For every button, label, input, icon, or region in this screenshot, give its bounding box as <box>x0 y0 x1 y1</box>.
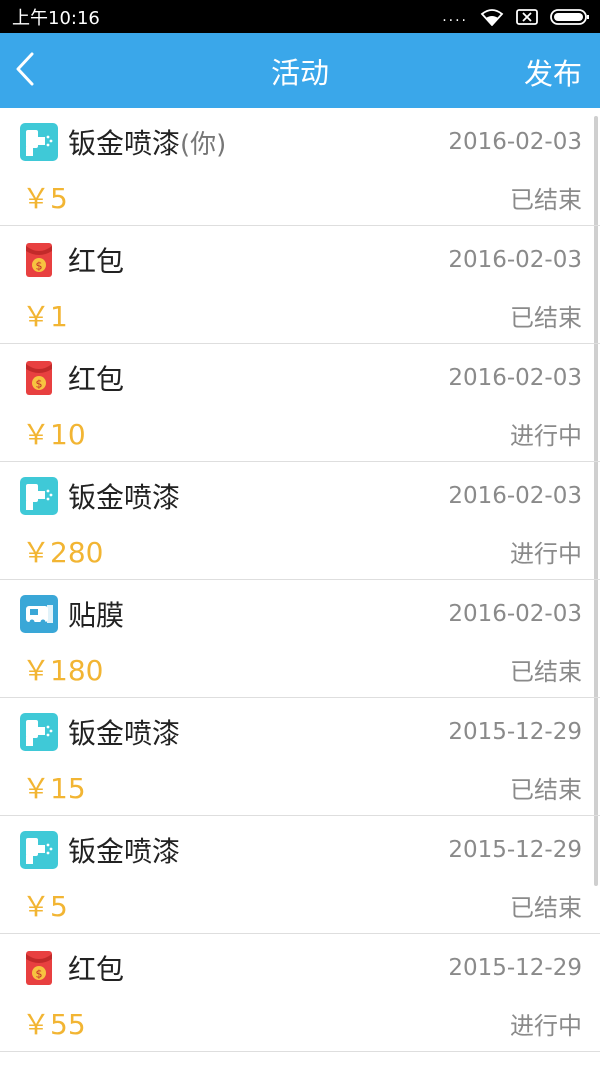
activity-title: 红包 <box>68 953 125 986</box>
activity-row[interactable]: 钣金喷漆 (你) 2016-02-03 ￥5 已结束 <box>0 108 600 226</box>
activity-footer: ￥55 进行中 <box>22 1004 582 1042</box>
activity-date: 2016-02-03 <box>448 247 582 273</box>
activity-title: 贴膜 <box>68 599 125 632</box>
red-packet-icon: $ <box>20 241 58 279</box>
activity-price: ￥15 <box>22 772 86 805</box>
spray-paint-icon <box>20 123 58 161</box>
svg-text:$: $ <box>36 378 43 391</box>
spray-paint-icon <box>20 713 58 751</box>
activity-row[interactable]: $ 红包 2016-02-03 ￥10 进行中 <box>0 344 600 462</box>
svg-text:$: $ <box>36 260 43 273</box>
activity-row[interactable]: $ 红包 2015-12-29 ￥55 进行中 <box>0 934 600 1052</box>
activity-price: ￥10 <box>22 418 86 451</box>
activity-header: 钣金喷漆 (你) 2016-02-03 <box>20 122 582 162</box>
activity-date: 2015-12-29 <box>448 955 582 981</box>
activity-date: 2016-02-03 <box>448 365 582 391</box>
sim-none-icon <box>516 8 538 26</box>
red-packet-icon: $ <box>20 359 58 397</box>
activity-row[interactable]: 钣金喷漆 2015-12-29 ￥5 已结束 <box>0 816 600 934</box>
activity-footer: ￥5 已结束 <box>22 178 582 216</box>
spray-paint-icon <box>20 477 58 515</box>
activity-status: 已结束 <box>510 185 582 214</box>
activity-header: $ 红包 2016-02-03 <box>20 358 582 398</box>
activity-date: 2015-12-29 <box>448 837 582 863</box>
activity-header: 钣金喷漆 2015-12-29 <box>20 712 582 752</box>
status-time: 上午10:16 <box>12 7 100 29</box>
activity-price: ￥5 <box>22 890 68 923</box>
svg-text:$: $ <box>36 968 43 981</box>
activity-row[interactable]: 贴膜 2016-02-03 ￥180 已结束 <box>0 580 600 698</box>
activity-price: ￥180 <box>22 654 104 687</box>
status-bar: 上午10:16 .... <box>0 0 600 33</box>
activity-title: 红包 <box>68 363 125 396</box>
activity-date: 2015-12-29 <box>448 719 582 745</box>
activity-status: 进行中 <box>510 421 582 450</box>
activity-footer: ￥10 进行中 <box>22 414 582 452</box>
activity-row[interactable]: 钣金喷漆 2015-12-29 ￥15 已结束 <box>0 698 600 816</box>
wifi-icon <box>480 8 504 26</box>
red-packet-icon: $ <box>20 949 58 987</box>
activity-price: ￥280 <box>22 536 104 569</box>
back-button[interactable] <box>14 51 44 91</box>
activity-footer: ￥1 已结束 <box>22 296 582 334</box>
activity-title: 钣金喷漆 <box>68 835 181 868</box>
activity-status: 已结束 <box>510 303 582 332</box>
chevron-left-icon <box>14 51 36 91</box>
header: 活动 发布 <box>0 33 600 108</box>
activity-row[interactable]: $ 红包 2016-02-03 ￥1 已结束 <box>0 226 600 344</box>
signal-dots: .... <box>442 8 468 25</box>
activity-list: 钣金喷漆 (你) 2016-02-03 ￥5 已结束 $ 红包 2016-02-… <box>0 108 600 1052</box>
activity-title: 钣金喷漆 <box>68 127 181 160</box>
activity-footer: ￥280 进行中 <box>22 532 582 570</box>
battery-icon <box>550 8 590 26</box>
activity-date: 2016-02-03 <box>448 601 582 627</box>
window-film-icon <box>20 595 58 633</box>
activity-footer: ￥5 已结束 <box>22 886 582 924</box>
activity-status: 已结束 <box>510 657 582 686</box>
activity-status: 已结束 <box>510 893 582 922</box>
activity-title: 钣金喷漆 <box>68 717 181 750</box>
activity-price: ￥1 <box>22 300 68 333</box>
activity-status: 进行中 <box>510 1011 582 1040</box>
own-marker: (你) <box>180 129 227 160</box>
page-title: 活动 <box>270 55 329 90</box>
activity-footer: ￥15 已结束 <box>22 768 582 806</box>
activity-title: 红包 <box>68 245 125 278</box>
activity-date: 2016-02-03 <box>448 483 582 509</box>
activity-header: 钣金喷漆 2016-02-03 <box>20 476 582 516</box>
publish-button[interactable]: 发布 <box>524 51 582 93</box>
activity-price: ￥5 <box>22 182 68 215</box>
spray-paint-icon <box>20 831 58 869</box>
status-icons: .... <box>442 8 590 26</box>
activity-row[interactable]: 钣金喷漆 2016-02-03 ￥280 进行中 <box>0 462 600 580</box>
activity-status: 进行中 <box>510 539 582 568</box>
activity-date: 2016-02-03 <box>448 129 582 155</box>
activity-footer: ￥180 已结束 <box>22 650 582 688</box>
activity-header: $ 红包 2015-12-29 <box>20 948 582 988</box>
activity-price: ￥55 <box>22 1008 86 1041</box>
activity-header: 钣金喷漆 2015-12-29 <box>20 830 582 870</box>
activity-status: 已结束 <box>510 775 582 804</box>
activity-title: 钣金喷漆 <box>68 481 181 514</box>
activity-header: $ 红包 2016-02-03 <box>20 240 582 280</box>
activity-header: 贴膜 2016-02-03 <box>20 594 582 634</box>
